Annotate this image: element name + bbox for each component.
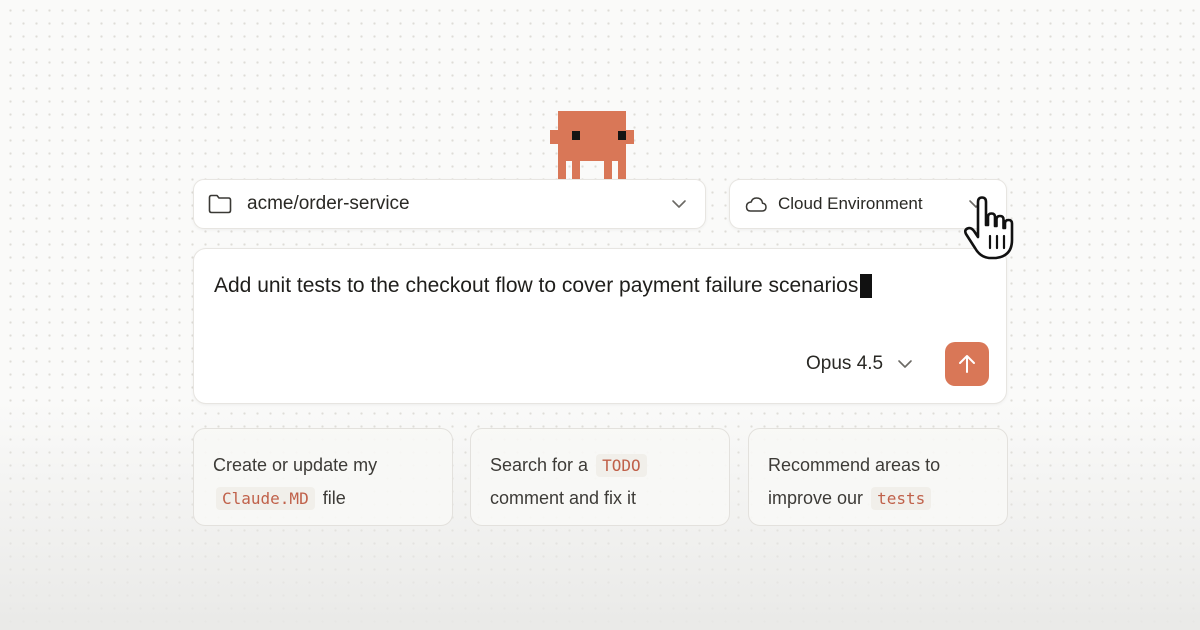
model-selector[interactable]: Opus 4.5: [806, 349, 930, 379]
suggestion-card-tests[interactable]: Recommend areas to improve our tests: [748, 428, 1008, 526]
arrow-up-icon: [959, 355, 975, 373]
suggestion-code: tests: [871, 487, 932, 510]
prompt-text: Add unit tests to the checkout flow to c…: [214, 274, 859, 297]
prompt-input[interactable]: Add unit tests to the checkout flow to c…: [214, 274, 873, 298]
repository-selector[interactable]: acme/order-service: [193, 179, 706, 229]
suggestion-code: Claude.MD: [216, 487, 315, 510]
suggestion-text: Create or update my: [213, 455, 378, 475]
suggestion-card-todo[interactable]: Search for a TODO comment and fix it: [470, 428, 730, 526]
chevron-down-icon: [898, 360, 912, 368]
folder-icon: [208, 194, 232, 214]
claude-mascot-icon: [550, 111, 634, 179]
send-button[interactable]: [945, 342, 989, 386]
prompt-input-box[interactable]: Add unit tests to the checkout flow to c…: [193, 248, 1007, 404]
chevron-down-icon: [969, 200, 983, 208]
suggestion-text: file: [322, 488, 346, 508]
model-label: Opus 4.5: [806, 353, 884, 374]
repository-label: acme/order-service: [247, 193, 410, 214]
text-cursor: [860, 274, 873, 298]
suggestion-text: Search for a: [490, 455, 589, 475]
chevron-down-icon: [672, 200, 686, 208]
suggestion-code: TODO: [596, 454, 647, 477]
suggestion-text: comment and fix it: [490, 488, 637, 508]
cloud-icon: [745, 197, 767, 212]
environment-label: Cloud Environment: [778, 194, 923, 213]
environment-selector[interactable]: Cloud Environment: [729, 179, 1007, 229]
suggestion-card-claude-md[interactable]: Create or update my Claude.MD file: [193, 428, 453, 526]
